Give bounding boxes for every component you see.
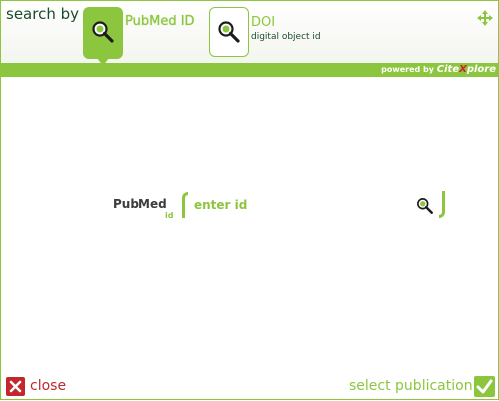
close-label[interactable]: close: [30, 378, 66, 394]
tab-doi-label[interactable]: DOI: [251, 15, 275, 30]
select-publication-label[interactable]: select publication: [349, 378, 473, 394]
select-publication-button[interactable]: select publication: [349, 376, 495, 398]
citation-search-dialog: search by PubMed ID DOI digital object i…: [0, 0, 499, 400]
powered-by: powered by CiteXplore: [381, 64, 496, 76]
brand-x: X: [459, 64, 467, 75]
powered-by-label: powered by: [381, 65, 434, 74]
input-bracket-left: [182, 192, 188, 218]
search-by-label: search by: [6, 5, 79, 23]
magnifier-icon: [92, 21, 114, 43]
brand-prefix: Cite: [436, 64, 460, 75]
pubmed-logo-id: id: [165, 211, 174, 220]
header: search by PubMed ID DOI digital object i…: [1, 1, 498, 66]
id-input[interactable]: [194, 195, 409, 215]
tab-pubmed-id-label[interactable]: PubMed ID: [125, 14, 195, 29]
close-icon[interactable]: [6, 377, 25, 396]
pubmed-logo-pub: Pub: [113, 197, 139, 211]
pubmed-logo: Pub Med id: [113, 197, 177, 220]
pubmed-logo-med: Med: [138, 197, 167, 211]
tab-pubmed-id[interactable]: [83, 7, 123, 66]
brand-suffix: plore: [466, 64, 496, 75]
checkmark-icon[interactable]: [474, 376, 495, 397]
magnifier-icon: [218, 21, 240, 43]
input-bracket-right: [439, 191, 445, 218]
tab-doi[interactable]: [209, 7, 249, 57]
tab-doi-sublabel: digital object id: [251, 32, 321, 42]
citexplore-logo: CiteXplore: [437, 64, 496, 75]
search-icon[interactable]: [416, 197, 434, 215]
move-arrows-icon[interactable]: [477, 10, 493, 26]
